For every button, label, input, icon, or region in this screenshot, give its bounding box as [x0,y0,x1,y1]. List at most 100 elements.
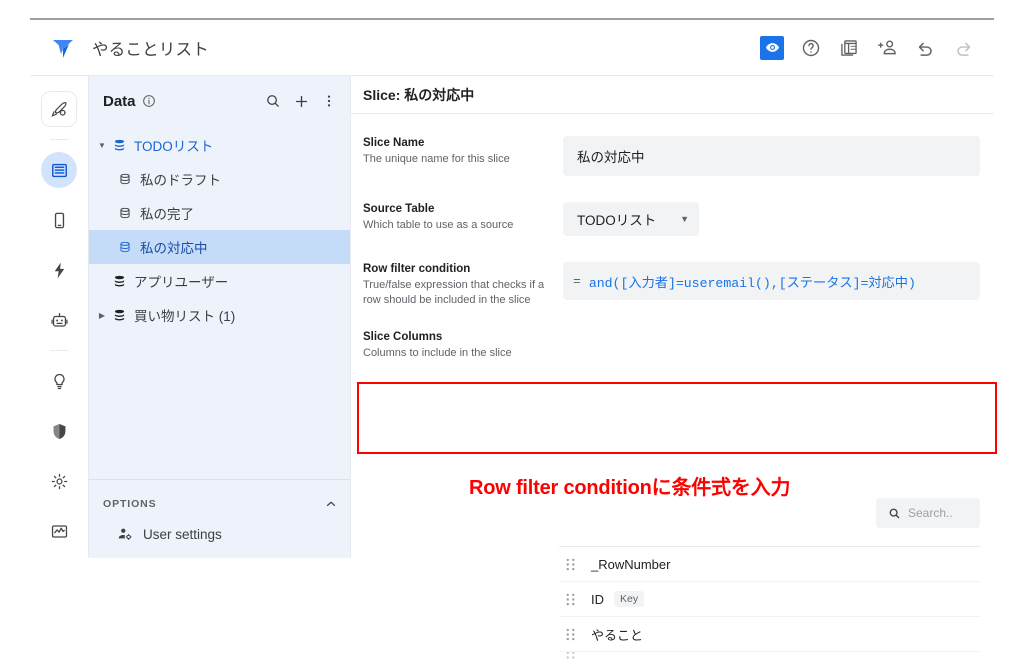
undo-icon[interactable] [914,37,936,59]
top-app-bar: やることリスト [30,20,994,76]
sidebar-more-vertical-icon[interactable] [318,90,340,112]
field-row-filter-condition: Row filter condition True/false expressi… [363,262,980,308]
field-slice-columns: Slice Columns Columns to include in the … [363,330,980,361]
table-row[interactable]: ID Key [559,581,980,616]
column-name: ID [591,591,604,607]
page-title: Slice: 私の対応中 [363,86,475,103]
field-description: Columns to include in the slice [363,347,512,359]
tree-item-label: 私のドラフト [140,173,221,188]
drag-grip-icon[interactable] [559,592,581,607]
field-title: Slice Name [363,137,425,149]
data-sidebar: Data ▼ TODOリスト 私のドラフト 私の完了 私の対応中 アプリユーザー… [88,76,350,558]
slice-icon [115,172,135,186]
field-source-table: Source Table Which table to use as a sou… [363,202,980,236]
annotation-text: Row filter conditionに条件式を入力 [469,477,791,499]
field-label-block: Row filter condition True/false expressi… [363,262,563,308]
field-control [563,330,980,361]
person-gear-icon [117,526,133,542]
rail-item-intelligence[interactable] [41,302,77,338]
field-control: 私の対応中 [563,136,980,176]
rail-divider [50,139,68,140]
table-row[interactable]: やること [559,616,980,651]
tree-item-label: 私の対応中 [140,241,208,256]
info-circle-icon[interactable] [142,94,156,108]
source-table-value: TODOリスト [577,213,657,228]
columns-search-input[interactable]: Search.. [876,498,980,528]
table-row-clipped[interactable] [559,651,980,663]
options-section-header[interactable]: OPTIONS [89,492,350,516]
data-tree: ▼ TODOリスト 私のドラフト 私の完了 私の対応中 アプリユーザー ▶ 買い… [89,120,350,479]
database-stack-icon [109,274,129,289]
rail-item-ideas[interactable] [41,363,77,399]
chevron-down-icon: ▼ [680,214,689,224]
field-title: Slice Columns [363,331,443,343]
panel-header: Slice: 私の対応中 [351,76,994,114]
table-grid-icon[interactable] [838,37,860,59]
field-label-block: Slice Columns Columns to include in the … [363,330,563,361]
app-title: やることリスト [92,40,209,59]
slice-icon [115,240,135,254]
tree-item-my-completed[interactable]: 私の完了 [89,196,350,230]
caret-collapsed-icon[interactable]: ▶ [95,311,109,320]
options-section-label: OPTIONS [103,498,157,510]
rail-item-data[interactable] [41,152,77,188]
sidebar-item-user-settings[interactable]: User settings [89,516,350,552]
rail-item-settings[interactable] [41,463,77,499]
editor-body: Data ▼ TODOリスト 私のドラフト 私の完了 私の対応中 アプリユーザー… [30,76,997,659]
tree-item-my-in-progress[interactable]: 私の対応中 [89,230,350,264]
left-nav-rail [30,76,88,558]
rail-divider-2 [50,350,68,351]
status-badge: Key [614,591,645,607]
drag-grip-icon[interactable] [559,557,581,572]
search-placeholder: Search.. [908,506,953,520]
tree-item-todo-list[interactable]: ▼ TODOリスト [89,128,350,162]
chevron-up-icon[interactable] [324,497,338,511]
slice-editor-panel: Slice: 私の対応中 Slice Name The unique name … [350,76,997,659]
row-filter-highlight-box [357,382,997,454]
data-sidebar-header: Data [89,82,350,120]
field-description: Which table to use as a source [363,219,514,231]
tree-item-label: 私の完了 [140,207,194,222]
search-icon [888,507,901,520]
field-description: The unique name for this slice [363,153,510,165]
rail-item-security[interactable] [41,413,77,449]
caret-expanded-icon[interactable]: ▼ [95,141,109,150]
drag-grip-icon[interactable] [559,652,581,663]
tree-item-label: アプリユーザー [134,275,229,290]
tree-item-label: TODOリスト [134,139,214,154]
slice-icon [115,206,135,220]
sidebar-add-button[interactable] [290,90,312,112]
sidebar-item-label: User settings [143,526,222,542]
data-panel-title: Data [103,92,136,110]
slice-name-input[interactable]: 私の対応中 [563,136,980,176]
column-name: _RowNumber [591,556,671,572]
tree-item-label: 買い物リスト (1) [134,309,236,324]
slice-columns-list: _RowNumber ID Key やること [559,546,980,663]
column-name: やること [591,627,644,643]
sidebar-search-button[interactable] [262,90,284,112]
add-person-icon[interactable] [876,37,898,59]
preview-eye-icon[interactable] [760,35,784,60]
tree-item-app-users[interactable]: アプリユーザー [89,264,350,298]
field-slice-name: Slice Name The unique name for this slic… [363,136,980,176]
rail-item-app[interactable] [41,202,77,238]
database-stack-icon [109,138,129,153]
help-question-icon[interactable] [800,37,822,59]
source-table-select[interactable]: TODOリスト ▼ [563,202,699,236]
field-control: TODOリスト ▼ [563,202,980,236]
appsheet-editor-window: やることリスト Data ▼ TODOリスト 私のドラフト 私の完了 私の対応中… [30,18,997,659]
rail-item-automation[interactable] [41,252,77,288]
rail-item-monitor[interactable] [41,513,77,549]
field-label-block: Source Table Which table to use as a sou… [363,202,563,236]
drag-grip-icon[interactable] [559,627,581,642]
equals-prefix: = [573,273,581,289]
row-filter-expression-value: and([入力者]=useremail(),[ステータス]=対応中) [588,275,916,291]
rail-item-launch[interactable] [41,91,77,127]
row-filter-expression-input[interactable]: = and([入力者]=useremail(),[ステータス]=対応中) [563,262,980,300]
field-control: = and([入力者]=useremail(),[ステータス]=対応中) [563,262,980,308]
field-description: True/false expression that checks if a r… [363,279,545,306]
redo-icon[interactable] [952,37,974,59]
tree-item-shopping-list[interactable]: ▶ 買い物リスト (1) [89,298,350,332]
top-bar-actions [760,35,986,60]
tree-item-my-drafts[interactable]: 私のドラフト [89,162,350,196]
